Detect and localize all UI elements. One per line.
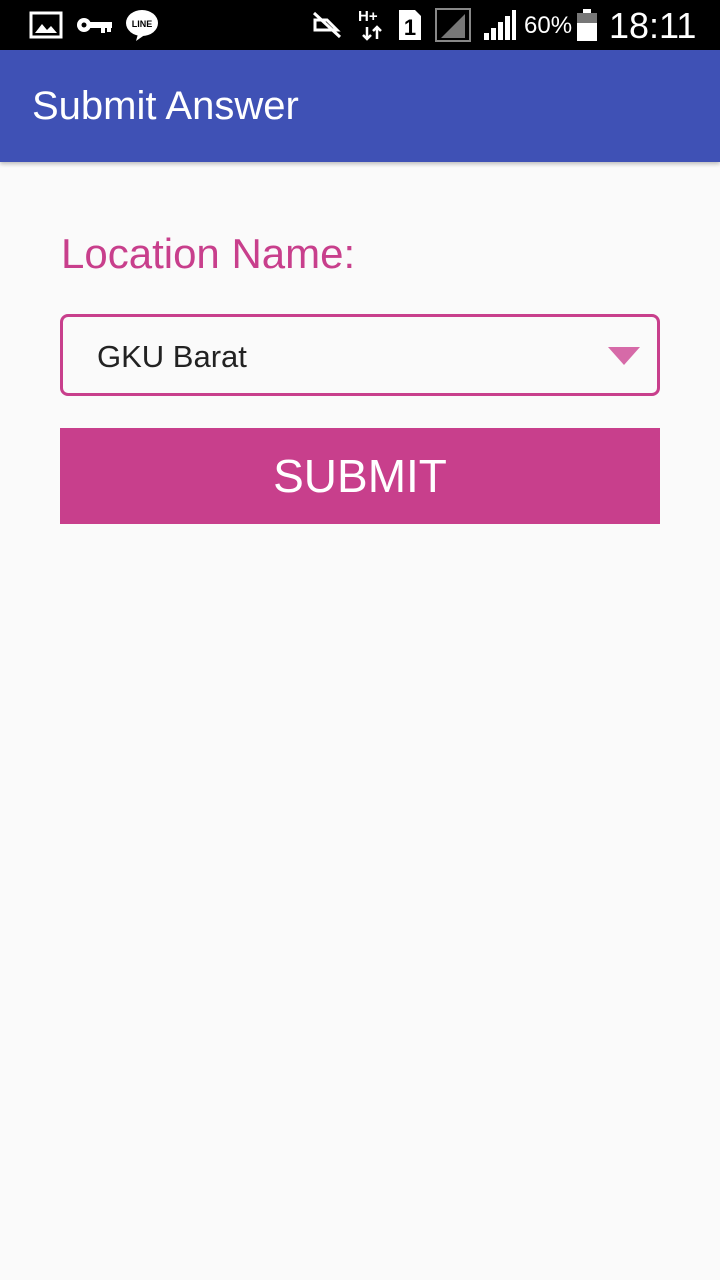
status-bar: LINE H+ 1 60% 18:11 [0, 0, 720, 50]
svg-text:LINE: LINE [132, 19, 153, 29]
signal-strength-icon [482, 0, 518, 50]
submit-button[interactable]: SUBMIT [60, 428, 660, 524]
svg-text:1: 1 [404, 15, 416, 40]
location-dropdown[interactable]: GKU Barat [60, 314, 660, 396]
sim-1-icon: 1 [396, 0, 424, 50]
app-bar: Submit Answer [0, 50, 720, 162]
location-name-label: Location Name: [61, 230, 356, 277]
battery-icon [574, 0, 600, 50]
signal-no-service-icon [434, 0, 472, 50]
clock: 18:11 [609, 5, 697, 46]
network-hplus-icon: H+ [358, 0, 388, 50]
key-icon [74, 0, 114, 50]
line-app-icon: LINE [124, 0, 160, 50]
dropdown-arrow-icon [608, 347, 640, 365]
mute-icon [310, 0, 344, 50]
image-icon [28, 0, 64, 50]
battery-percent: 60% [524, 12, 573, 39]
svg-text:H+: H+ [358, 8, 378, 25]
page-title: Submit Answer [32, 84, 299, 128]
location-selected-value: GKU Barat [97, 339, 247, 374]
